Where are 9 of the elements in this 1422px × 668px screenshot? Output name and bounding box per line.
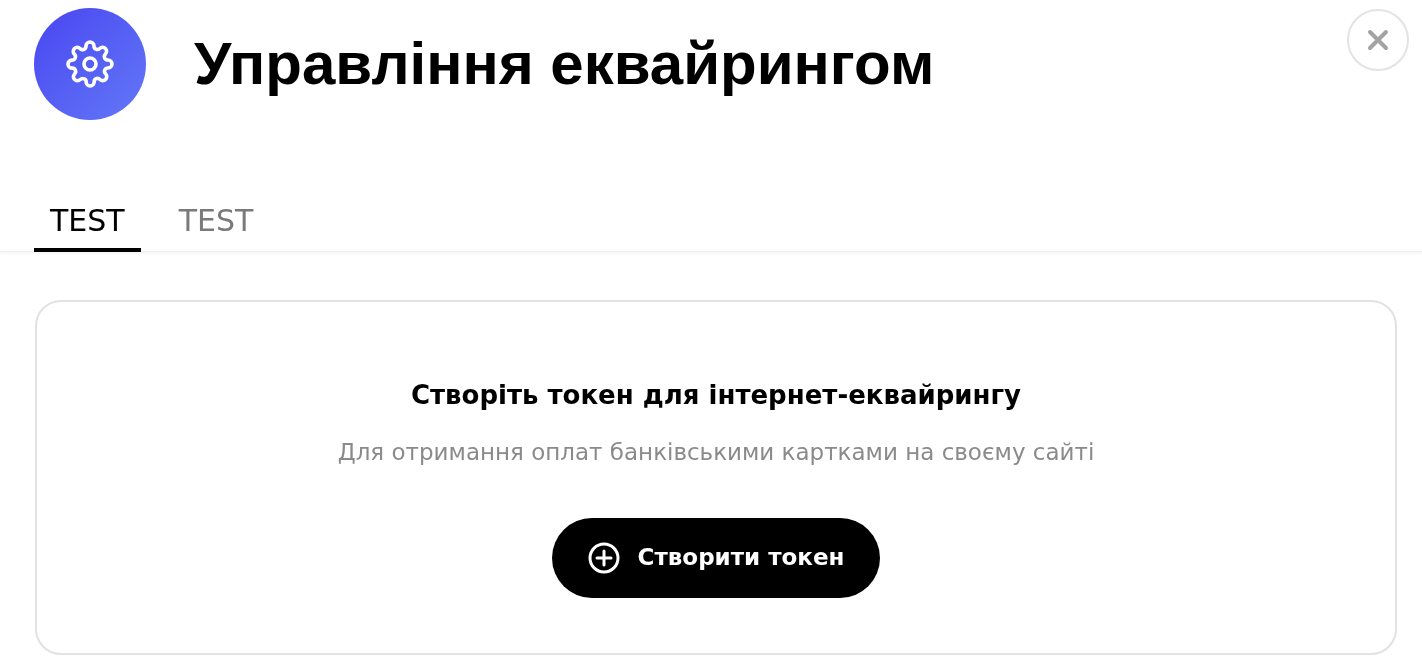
settings-icon — [66, 40, 114, 88]
tab[interactable]: TEST — [172, 188, 260, 252]
card-title: Створіть токен для інтернет-еквайрингу — [410, 379, 1021, 412]
create-token-button[interactable]: Створити токен — [551, 517, 881, 598]
page-title: Управління еквайрингом — [194, 34, 935, 94]
card-subtitle: Для отримання оплат банківськими картками на своєму сайті — [337, 438, 1095, 467]
plus-circle-icon — [587, 541, 620, 574]
close-icon — [1367, 29, 1389, 51]
tab[interactable]: TEST — [34, 188, 141, 252]
